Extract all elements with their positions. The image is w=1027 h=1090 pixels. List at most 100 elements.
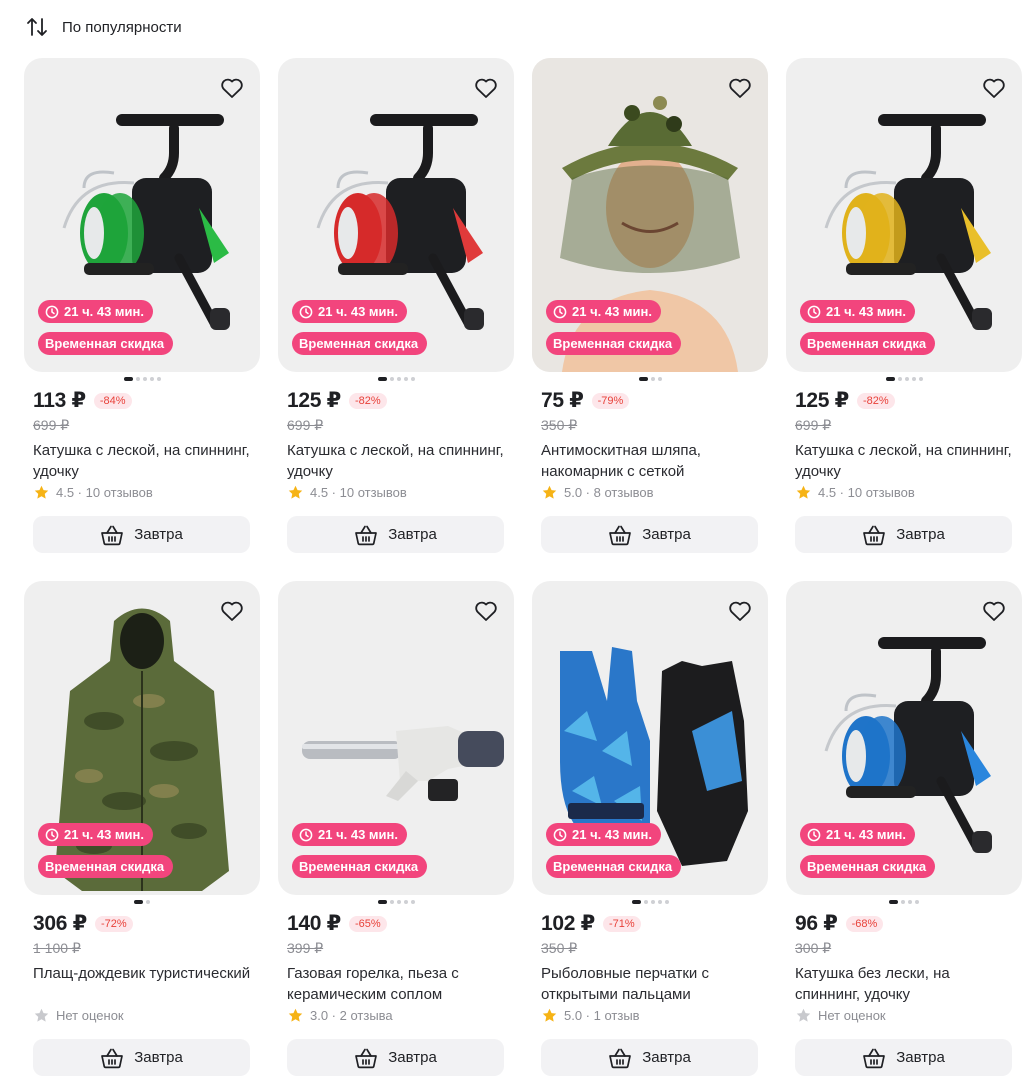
add-to-cart-button[interactable]: Завтра [33, 1039, 250, 1076]
carousel-dot[interactable] [897, 377, 902, 381]
carousel-dot[interactable] [918, 377, 923, 381]
heart-icon[interactable] [980, 74, 1008, 102]
product-image[interactable]: 21 ч. 43 мин. Временная скидка [24, 58, 260, 372]
carousel-dot[interactable] [146, 900, 150, 904]
add-to-cart-button[interactable]: Завтра [541, 516, 758, 553]
timer-badge: 21 ч. 43 мин. [38, 300, 153, 323]
carousel-dot[interactable] [901, 900, 905, 904]
carousel-dot[interactable] [403, 377, 408, 381]
carousel-dot[interactable] [631, 900, 641, 904]
product-image[interactable]: 21 ч. 43 мин. Временная скидка [532, 581, 768, 895]
timer-badge: 21 ч. 43 мин. [292, 823, 407, 846]
carousel-dot[interactable] [377, 377, 387, 381]
carousel-dot[interactable] [403, 900, 408, 904]
add-to-cart-button[interactable]: Завтра [541, 1039, 758, 1076]
star-icon [33, 484, 50, 501]
clock-icon [299, 828, 313, 842]
carousel-dot[interactable] [149, 377, 154, 381]
product-card[interactable]: 21 ч. 43 мин. Временная скидка 140 ₽ -65… [278, 581, 514, 1076]
promo-badges: 21 ч. 43 мин. Временная скидка [546, 823, 682, 878]
heart-icon[interactable] [980, 597, 1008, 625]
carousel-dot[interactable] [410, 377, 415, 381]
carousel-dot[interactable] [657, 900, 662, 904]
basket-icon [100, 1047, 124, 1069]
basket-icon [354, 1047, 378, 1069]
clock-icon [299, 305, 313, 319]
product-card[interactable]: 21 ч. 43 мин. Временная скидка 125 ₽ -82… [786, 58, 1022, 553]
carousel-dot[interactable] [643, 900, 648, 904]
product-title[interactable]: Катушка без лески, на спиннинг, удочку [795, 963, 1015, 1005]
sort-selector[interactable]: По популярности [24, 12, 182, 42]
heart-icon[interactable] [472, 597, 500, 625]
heart-icon[interactable] [726, 597, 754, 625]
product-card[interactable]: 21 ч. 43 мин. Временная скидка 306 ₽ -72… [24, 581, 260, 1076]
timer-text: 21 ч. 43 мин. [572, 304, 652, 319]
carousel-dot[interactable] [134, 900, 143, 904]
carousel-dot[interactable] [377, 900, 387, 904]
product-title[interactable]: Рыболовные перчатки с открытыми пальцами [541, 963, 761, 1005]
product-card[interactable]: 21 ч. 43 мин. Временная скидка 75 ₽ -79%… [532, 58, 768, 553]
product-title[interactable]: Антимоскитная шляпа, накомарник с сеткой [541, 440, 761, 482]
carousel-dot[interactable] [915, 900, 919, 904]
promo-badge: Временная скидка [800, 332, 936, 355]
promo-badge: Временная скидка [292, 855, 428, 878]
product-card[interactable]: 21 ч. 43 мин. Временная скидка 125 ₽ -82… [278, 58, 514, 553]
carousel-dot[interactable] [396, 900, 401, 904]
carousel-dot[interactable] [389, 900, 394, 904]
product-title[interactable]: Катушка с леской, на спиннинг, удочку [795, 440, 1015, 482]
product-title[interactable]: Газовая горелка, пьеза с керамическим со… [287, 963, 507, 1005]
heart-icon[interactable] [218, 597, 246, 625]
product-card[interactable]: 21 ч. 43 мин. Временная скидка 96 ₽ -68%… [786, 581, 1022, 1076]
carousel-dot[interactable] [908, 900, 912, 904]
heart-icon[interactable] [218, 74, 246, 102]
timer-text: 21 ч. 43 мин. [318, 827, 398, 842]
carousel-dot[interactable] [410, 900, 415, 904]
product-image[interactable]: 21 ч. 43 мин. Временная скидка [278, 581, 514, 895]
product-image[interactable]: 21 ч. 43 мин. Временная скидка [24, 581, 260, 895]
add-to-cart-button[interactable]: Завтра [287, 1039, 504, 1076]
heart-icon[interactable] [726, 74, 754, 102]
delivery-label: Завтра [388, 1049, 437, 1066]
product-image[interactable]: 21 ч. 43 мин. Временная скидка [786, 58, 1022, 372]
carousel-dot[interactable] [135, 377, 140, 381]
carousel-dot[interactable] [911, 377, 916, 381]
product-title[interactable]: Катушка с леской, на спиннинг, удочку [287, 440, 507, 482]
carousel-dot[interactable] [889, 900, 898, 904]
price-row: 102 ₽ -71% [541, 911, 641, 936]
add-to-cart-button[interactable]: Завтра [287, 516, 504, 553]
add-to-cart-button[interactable]: Завтра [33, 516, 250, 553]
price: 140 ₽ [287, 912, 341, 935]
carousel-dot[interactable] [650, 377, 655, 381]
clock-icon [45, 828, 59, 842]
product-image[interactable]: 21 ч. 43 мин. Временная скидка [278, 58, 514, 372]
product-card[interactable]: 21 ч. 43 мин. Временная скидка 113 ₽ -84… [24, 58, 260, 553]
carousel-dot[interactable] [664, 900, 669, 904]
delivery-label: Завтра [642, 526, 691, 543]
promo-badges: 21 ч. 43 мин. Временная скидка [546, 300, 682, 355]
carousel-dot[interactable] [123, 377, 133, 381]
product-title[interactable]: Катушка с леской, на спиннинг, удочку [33, 440, 253, 482]
carousel-dot[interactable] [396, 377, 401, 381]
add-to-cart-button[interactable]: Завтра [795, 1039, 1012, 1076]
carousel-dot[interactable] [650, 900, 655, 904]
carousel-dot[interactable] [904, 377, 909, 381]
price: 96 ₽ [795, 912, 838, 935]
product-image[interactable]: 21 ч. 43 мин. Временная скидка [786, 581, 1022, 895]
rating: 5.0 · 1 отзыв [541, 1007, 640, 1024]
carousel-dot[interactable] [389, 377, 394, 381]
add-to-cart-button[interactable]: Завтра [795, 516, 1012, 553]
carousel-dot[interactable] [657, 377, 662, 381]
product-image[interactable]: 21 ч. 43 мин. Временная скидка [532, 58, 768, 372]
product-title[interactable]: Плащ-дождевик туристический [33, 963, 253, 984]
carousel-dot[interactable] [156, 377, 161, 381]
rating-text: Нет оценок [818, 1008, 886, 1023]
carousel-dot[interactable] [142, 377, 147, 381]
rating: 5.0 · 8 отзывов [541, 484, 654, 501]
carousel-dot[interactable] [638, 377, 648, 381]
promo-badges: 21 ч. 43 мин. Временная скидка [800, 823, 936, 878]
product-card[interactable]: 21 ч. 43 мин. Временная скидка 102 ₽ -71… [532, 581, 768, 1076]
heart-icon[interactable] [472, 74, 500, 102]
rating: 4.5 · 10 отзывов [795, 484, 915, 501]
old-price: 699 ₽ [287, 417, 324, 433]
carousel-dot[interactable] [885, 377, 895, 381]
